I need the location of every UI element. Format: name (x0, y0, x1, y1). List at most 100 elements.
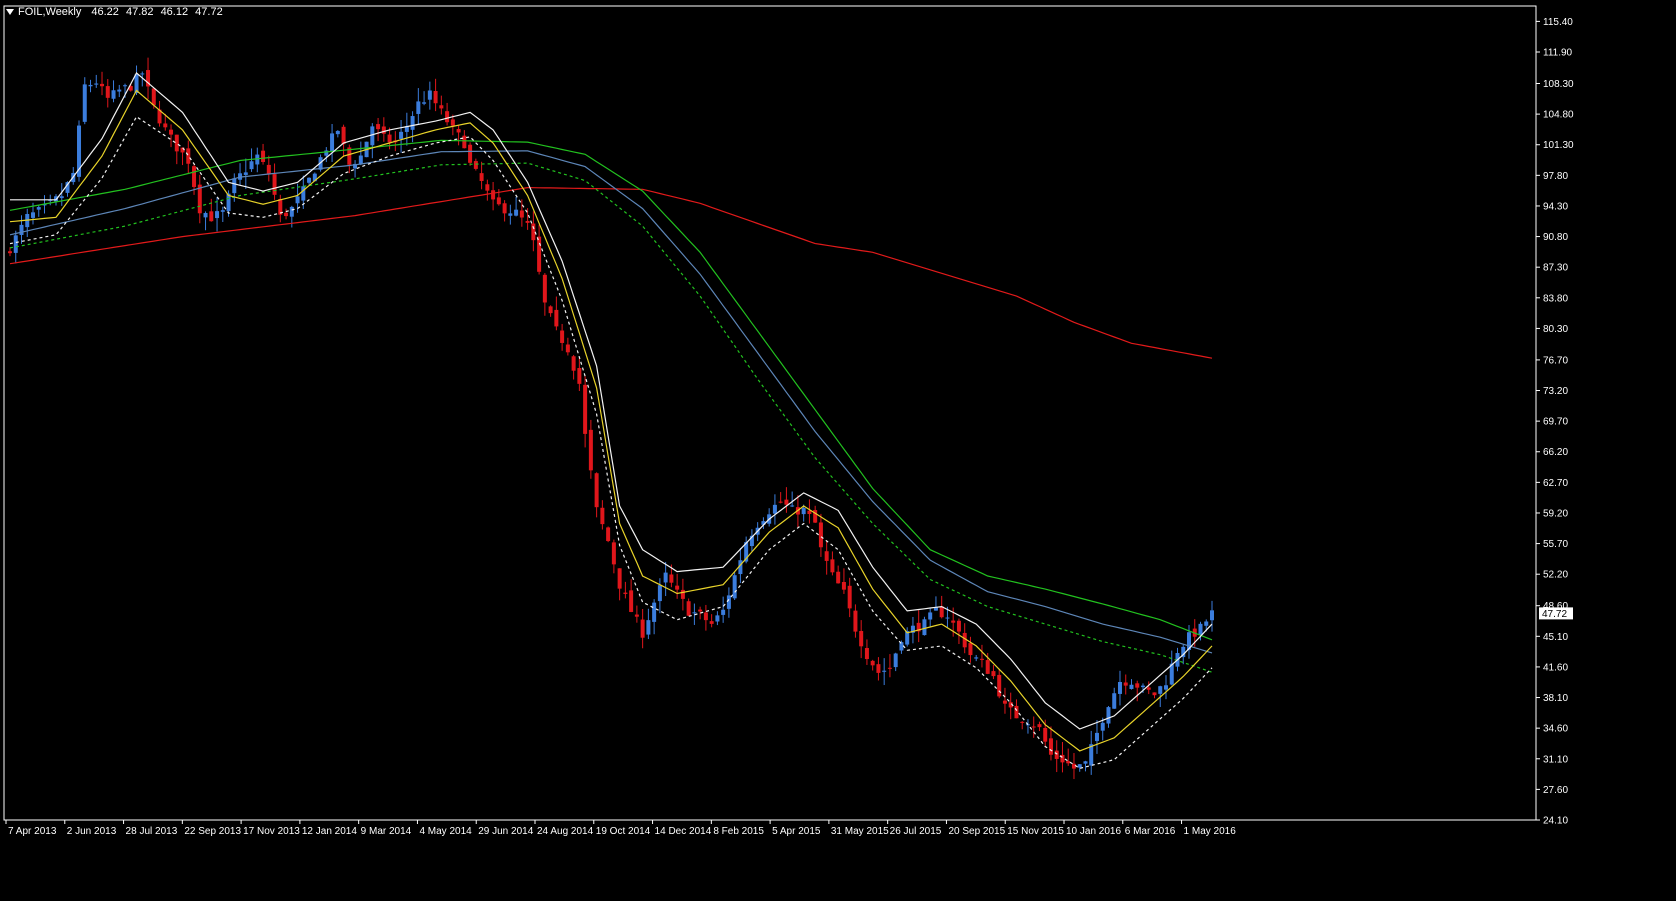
x-tick-label: 14 Dec 2014 (655, 826, 712, 837)
x-tick-label: 17 Nov 2013 (243, 826, 300, 837)
candle-body (341, 126, 346, 145)
x-tick-label: 1 May 2016 (1184, 826, 1237, 837)
candle-body (600, 507, 605, 525)
candle-body (272, 174, 277, 195)
candle-body (841, 582, 846, 590)
candle-body (427, 90, 432, 100)
x-tick-label: 12 Jan 2014 (302, 826, 357, 837)
y-tick-label: 115.40 (1543, 17, 1573, 28)
x-tick-label: 28 Jul 2013 (126, 826, 178, 837)
y-tick-label: 69.70 (1543, 417, 1568, 428)
candle-body (859, 631, 864, 647)
candle-body (399, 131, 404, 139)
band-middle-line (9, 89, 1213, 752)
candle-body (686, 601, 691, 616)
ohlc-low: 46.12 (160, 6, 189, 18)
candle-body (715, 615, 720, 622)
price-chart[interactable]: 115.40 111.90 108.30 104.80 101.30 97.80 94.30… (0, 0, 1676, 901)
candle-body (709, 621, 714, 624)
candle-body (790, 505, 795, 507)
candle-body (577, 368, 582, 384)
candle-body (807, 510, 812, 515)
candle-body (433, 91, 438, 104)
ema-steel-line (9, 150, 1213, 654)
candle-body (698, 609, 703, 612)
candle-body (439, 105, 444, 109)
candle-body (548, 306, 553, 314)
candle-body (721, 609, 726, 615)
candle-body (163, 123, 168, 128)
candle-body (1037, 724, 1042, 728)
candle-body (997, 674, 1002, 697)
candle-body (928, 612, 933, 620)
ema-green-dashed-line (9, 162, 1213, 673)
candle-body (853, 610, 858, 632)
candle-body (381, 126, 386, 134)
candle-body (617, 568, 622, 589)
candle-body (836, 571, 841, 584)
candle-body (1204, 621, 1209, 626)
x-tick-label: 4 May 2014 (419, 826, 472, 837)
candle-body (571, 356, 576, 371)
candle-body (284, 212, 289, 217)
candle-body (485, 184, 490, 191)
candle-body (169, 129, 174, 135)
candle-body (870, 660, 875, 666)
candle-body (468, 144, 473, 163)
y-tick-label: 38.10 (1543, 693, 1568, 704)
candle-body (410, 116, 415, 130)
ohlc-close: 47.72 (195, 6, 223, 18)
y-tick-label: 62.70 (1543, 478, 1568, 489)
candle-body (594, 473, 599, 508)
ema-green-line (9, 139, 1213, 641)
candle-body (899, 642, 904, 651)
candle-body (1106, 707, 1111, 724)
candle-body (31, 212, 36, 218)
candle-body (565, 344, 570, 353)
ohlc-readout: 46.22 47.82 46.12 47.72 (91, 6, 226, 18)
candle-body (416, 101, 421, 114)
x-tick-label: 24 Aug 2014 (537, 826, 594, 837)
ohlc-high: 47.82 (125, 6, 154, 18)
x-tick-label: 29 Jun 2014 (478, 826, 533, 837)
y-tick-label: 104.80 (1543, 110, 1574, 121)
candle-body (13, 235, 18, 253)
candle-body (588, 429, 593, 471)
candle-body (82, 84, 87, 122)
candle-body (151, 88, 156, 106)
candle-body (979, 658, 984, 660)
y-tick-label: 45.10 (1543, 632, 1568, 643)
candle-body (8, 251, 12, 254)
candle-body (1077, 764, 1082, 768)
x-tick-label: 9 Mar 2014 (361, 826, 412, 837)
candle-body (1094, 732, 1099, 742)
last-price-label: 47.72 (1542, 609, 1567, 620)
x-tick-label: 19 Oct 2014 (596, 826, 651, 837)
candle-body (922, 619, 927, 636)
candle-body (117, 89, 122, 92)
x-tick-label: 22 Sep 2013 (184, 826, 241, 837)
candle-body (663, 572, 668, 583)
dropdown-triangle-icon[interactable] (6, 9, 14, 15)
candle-body (330, 133, 335, 152)
candle-body (1031, 726, 1036, 728)
y-tick-label: 90.80 (1543, 232, 1568, 243)
ohlc-open: 46.22 (91, 6, 119, 18)
candle-body (1198, 623, 1203, 636)
y-tick-label: 83.80 (1543, 293, 1568, 304)
candle-body (301, 186, 306, 201)
candle-body (491, 190, 496, 200)
candle-body (295, 196, 300, 204)
x-tick-label: 7 Apr 2013 (8, 826, 57, 837)
candle-body (387, 134, 392, 143)
candle-body (232, 178, 237, 194)
x-tick-label: 2 Jun 2013 (67, 826, 117, 837)
chart-window[interactable]: 115.40 111.90 108.30 104.80 101.30 97.80 94.30… (0, 0, 1676, 901)
candle-body (1152, 692, 1157, 696)
candle-body (335, 130, 340, 135)
candle-body (778, 501, 783, 503)
candle-body (1210, 610, 1214, 621)
candle-body (951, 620, 956, 623)
candle-body (623, 592, 628, 594)
candle-body (801, 508, 806, 515)
